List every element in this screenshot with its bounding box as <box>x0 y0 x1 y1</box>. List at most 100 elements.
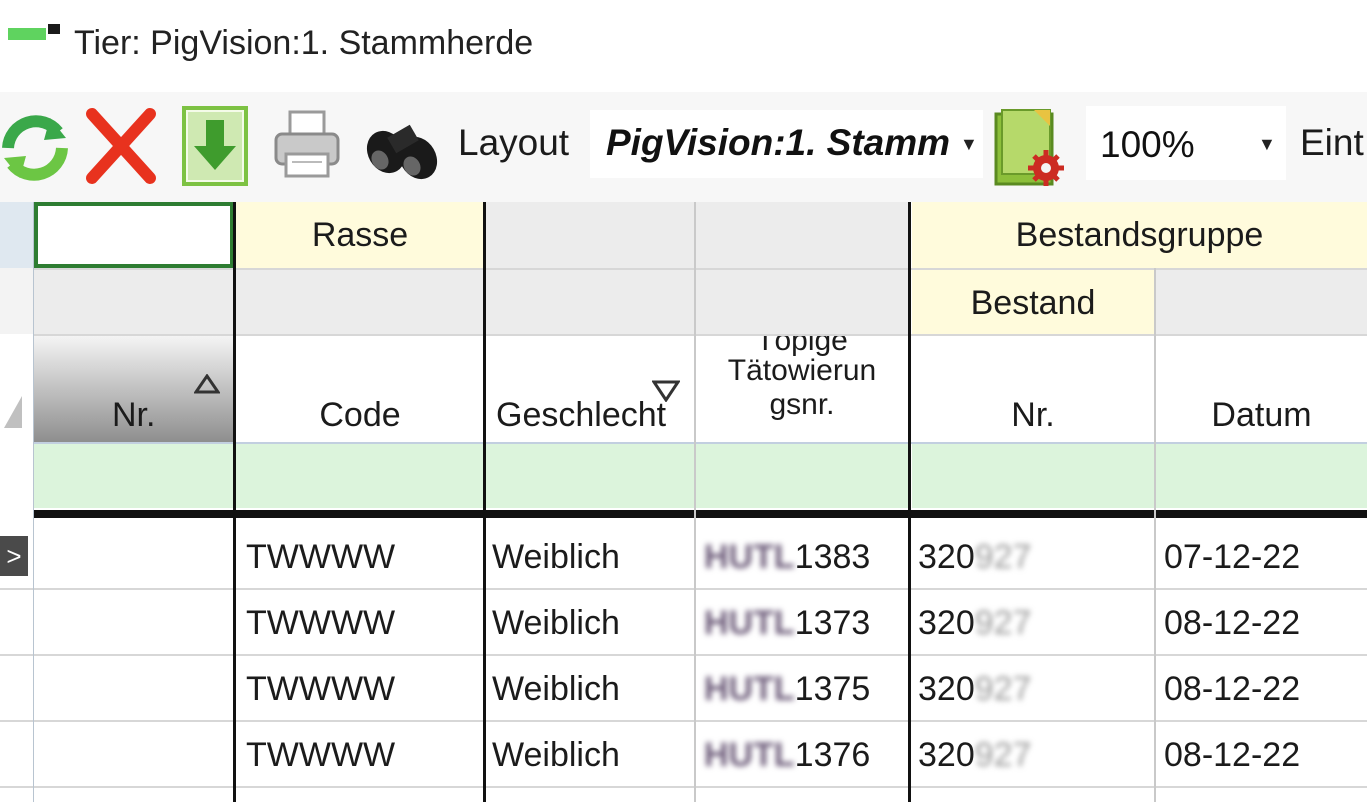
table-cell[interactable]: HUTL1373 <box>696 590 908 654</box>
row-header-corner <box>0 202 34 268</box>
group-header-bestandsgruppe-label: Bestandsgruppe <box>1015 216 1264 254</box>
column-separator <box>33 202 34 802</box>
row-header-filter <box>0 442 34 508</box>
header-blank <box>696 270 908 334</box>
column-header-datum[interactable]: Datum <box>1156 336 1367 442</box>
table-cell[interactable]: 320927 <box>912 722 1154 786</box>
table-cell[interactable]: HUTL1376 <box>696 722 908 786</box>
cell-nr-prefix: 320 <box>918 604 975 642</box>
table-cell[interactable]: 08-12-22 <box>1156 722 1367 786</box>
refresh-icon[interactable] <box>0 108 70 184</box>
table-cell[interactable]: Weiblich <box>486 524 694 588</box>
animal-grid: Rasse Bestandsgruppe Bestand Nr. Code Ge… <box>0 202 1367 802</box>
column-header-bestand-nr[interactable]: Nr. <box>912 336 1154 442</box>
filter-cell-bestand-nr[interactable] <box>912 444 1154 508</box>
column-header-code[interactable]: Code <box>236 336 484 442</box>
table-cell[interactable]: Weiblich <box>486 656 694 720</box>
cell-code: TWWWW <box>246 736 396 774</box>
header-blank <box>486 202 694 268</box>
grid-line <box>0 786 1367 788</box>
filter-cell-taetowierungsnr[interactable] <box>696 444 908 508</box>
table-cell[interactable]: Weiblich <box>486 722 694 786</box>
column-separator <box>233 202 236 802</box>
table-cell[interactable]: 320927 <box>912 524 1154 588</box>
delete-icon[interactable] <box>84 106 158 186</box>
column-header-geschlecht[interactable]: Geschlecht <box>486 336 694 442</box>
table-cell[interactable] <box>34 722 234 786</box>
filter-cell-code[interactable] <box>236 444 484 508</box>
table-cell[interactable]: Weiblich <box>486 590 694 654</box>
cell-tat-prefix: HUTL <box>704 670 795 708</box>
table-cell[interactable]: TWWWW <box>236 590 484 654</box>
filter-cell-geschlecht[interactable] <box>486 444 694 508</box>
layout-label: Layout <box>458 122 570 163</box>
toolbar: Layout PigVision:1. Stamm ▼ 100% ▼ Eint <box>0 92 1367 202</box>
table-cell[interactable]: 08-12-22 <box>1156 590 1367 654</box>
cell-nr-hidden: 927 <box>974 538 1032 576</box>
cell-tat-num: 1383 <box>794 538 871 576</box>
binoculars-icon[interactable] <box>360 112 444 182</box>
zoom-select-value: 100% <box>1100 124 1195 165</box>
column-header-taetowierungsnr[interactable]: Töpige Tätowierun gsnr. <box>696 336 908 442</box>
table-cell[interactable]: TWWWW <box>236 656 484 720</box>
filter-icon[interactable] <box>651 380 681 407</box>
header-blank <box>34 270 234 334</box>
select-all-corner[interactable] <box>0 334 34 442</box>
layout-select[interactable]: PigVision:1. Stamm ▼ <box>590 110 983 178</box>
group-header-rasse-label: Rasse <box>311 216 409 254</box>
filter-cell-datum[interactable] <box>1156 444 1367 508</box>
table-cell[interactable] <box>34 656 234 720</box>
selected-header-cell[interactable] <box>34 202 234 268</box>
cell-nr-hidden: 927 <box>974 670 1032 708</box>
table-cell[interactable]: 320927 <box>912 590 1154 654</box>
window-title: Tier: PigVision:1. Stammherde <box>74 24 534 62</box>
cell-geschlecht: Weiblich <box>492 670 620 708</box>
zoom-select[interactable]: 100% ▼ <box>1086 106 1286 180</box>
print-icon[interactable] <box>272 110 342 180</box>
download-icon[interactable] <box>182 106 248 186</box>
table-cell[interactable]: 08-12-22 <box>1156 656 1367 720</box>
cell-nr-hidden: 927 <box>974 604 1032 642</box>
sort-ascending-icon <box>193 373 221 399</box>
cell-tat-prefix: HUTL <box>704 736 795 774</box>
chevron-down-icon[interactable]: ▼ <box>1258 134 1276 155</box>
cell-datum: 08-12-22 <box>1164 736 1301 774</box>
cell-code: TWWWW <box>246 670 396 708</box>
grid-line <box>0 720 1367 722</box>
chevron-down-icon[interactable]: ▼ <box>960 134 978 155</box>
cell-code: TWWWW <box>246 538 396 576</box>
row-header-blank <box>0 268 34 334</box>
app-icon <box>8 24 60 40</box>
cell-geschlecht: Weiblich <box>492 604 620 642</box>
column-header-geschlecht-label: Geschlecht <box>496 396 667 434</box>
table-cell[interactable] <box>34 524 234 588</box>
header-blank <box>486 270 694 334</box>
table-cell[interactable] <box>34 590 234 654</box>
filter-cell-nr[interactable] <box>34 444 234 508</box>
cell-geschlecht: Weiblich <box>492 736 620 774</box>
cell-datum: 07-12-22 <box>1164 538 1301 576</box>
table-cell[interactable]: 07-12-22 <box>1156 524 1367 588</box>
current-row-arrow-icon: > <box>0 536 28 576</box>
layout-settings-icon[interactable] <box>994 108 1068 188</box>
current-row-indicator[interactable]: > <box>0 524 34 588</box>
column-header-nr[interactable]: Nr. <box>34 336 234 442</box>
table-cell[interactable]: 320927 <box>912 656 1154 720</box>
column-header-taetowierung-line2: gsnr. <box>769 388 835 421</box>
table-cell[interactable]: HUTL1375 <box>696 656 908 720</box>
table-cell[interactable]: TWWWW <box>236 524 484 588</box>
header-blank <box>236 270 484 334</box>
cell-nr-prefix: 320 <box>918 670 975 708</box>
table-cell[interactable]: HUTL1383 <box>696 524 908 588</box>
column-separator <box>1154 268 1156 802</box>
toolbar-truncated-label[interactable]: Eint <box>1300 122 1364 164</box>
cell-code: TWWWW <box>246 604 396 642</box>
column-separator <box>908 202 911 802</box>
cell-datum: 08-12-22 <box>1164 670 1301 708</box>
cell-nr-prefix: 320 <box>918 538 975 576</box>
cell-tat-num: 1373 <box>794 604 871 642</box>
column-header-code-label: Code <box>319 396 401 434</box>
header-blank <box>1156 270 1367 334</box>
cell-datum: 08-12-22 <box>1164 604 1301 642</box>
table-cell[interactable]: TWWWW <box>236 722 484 786</box>
